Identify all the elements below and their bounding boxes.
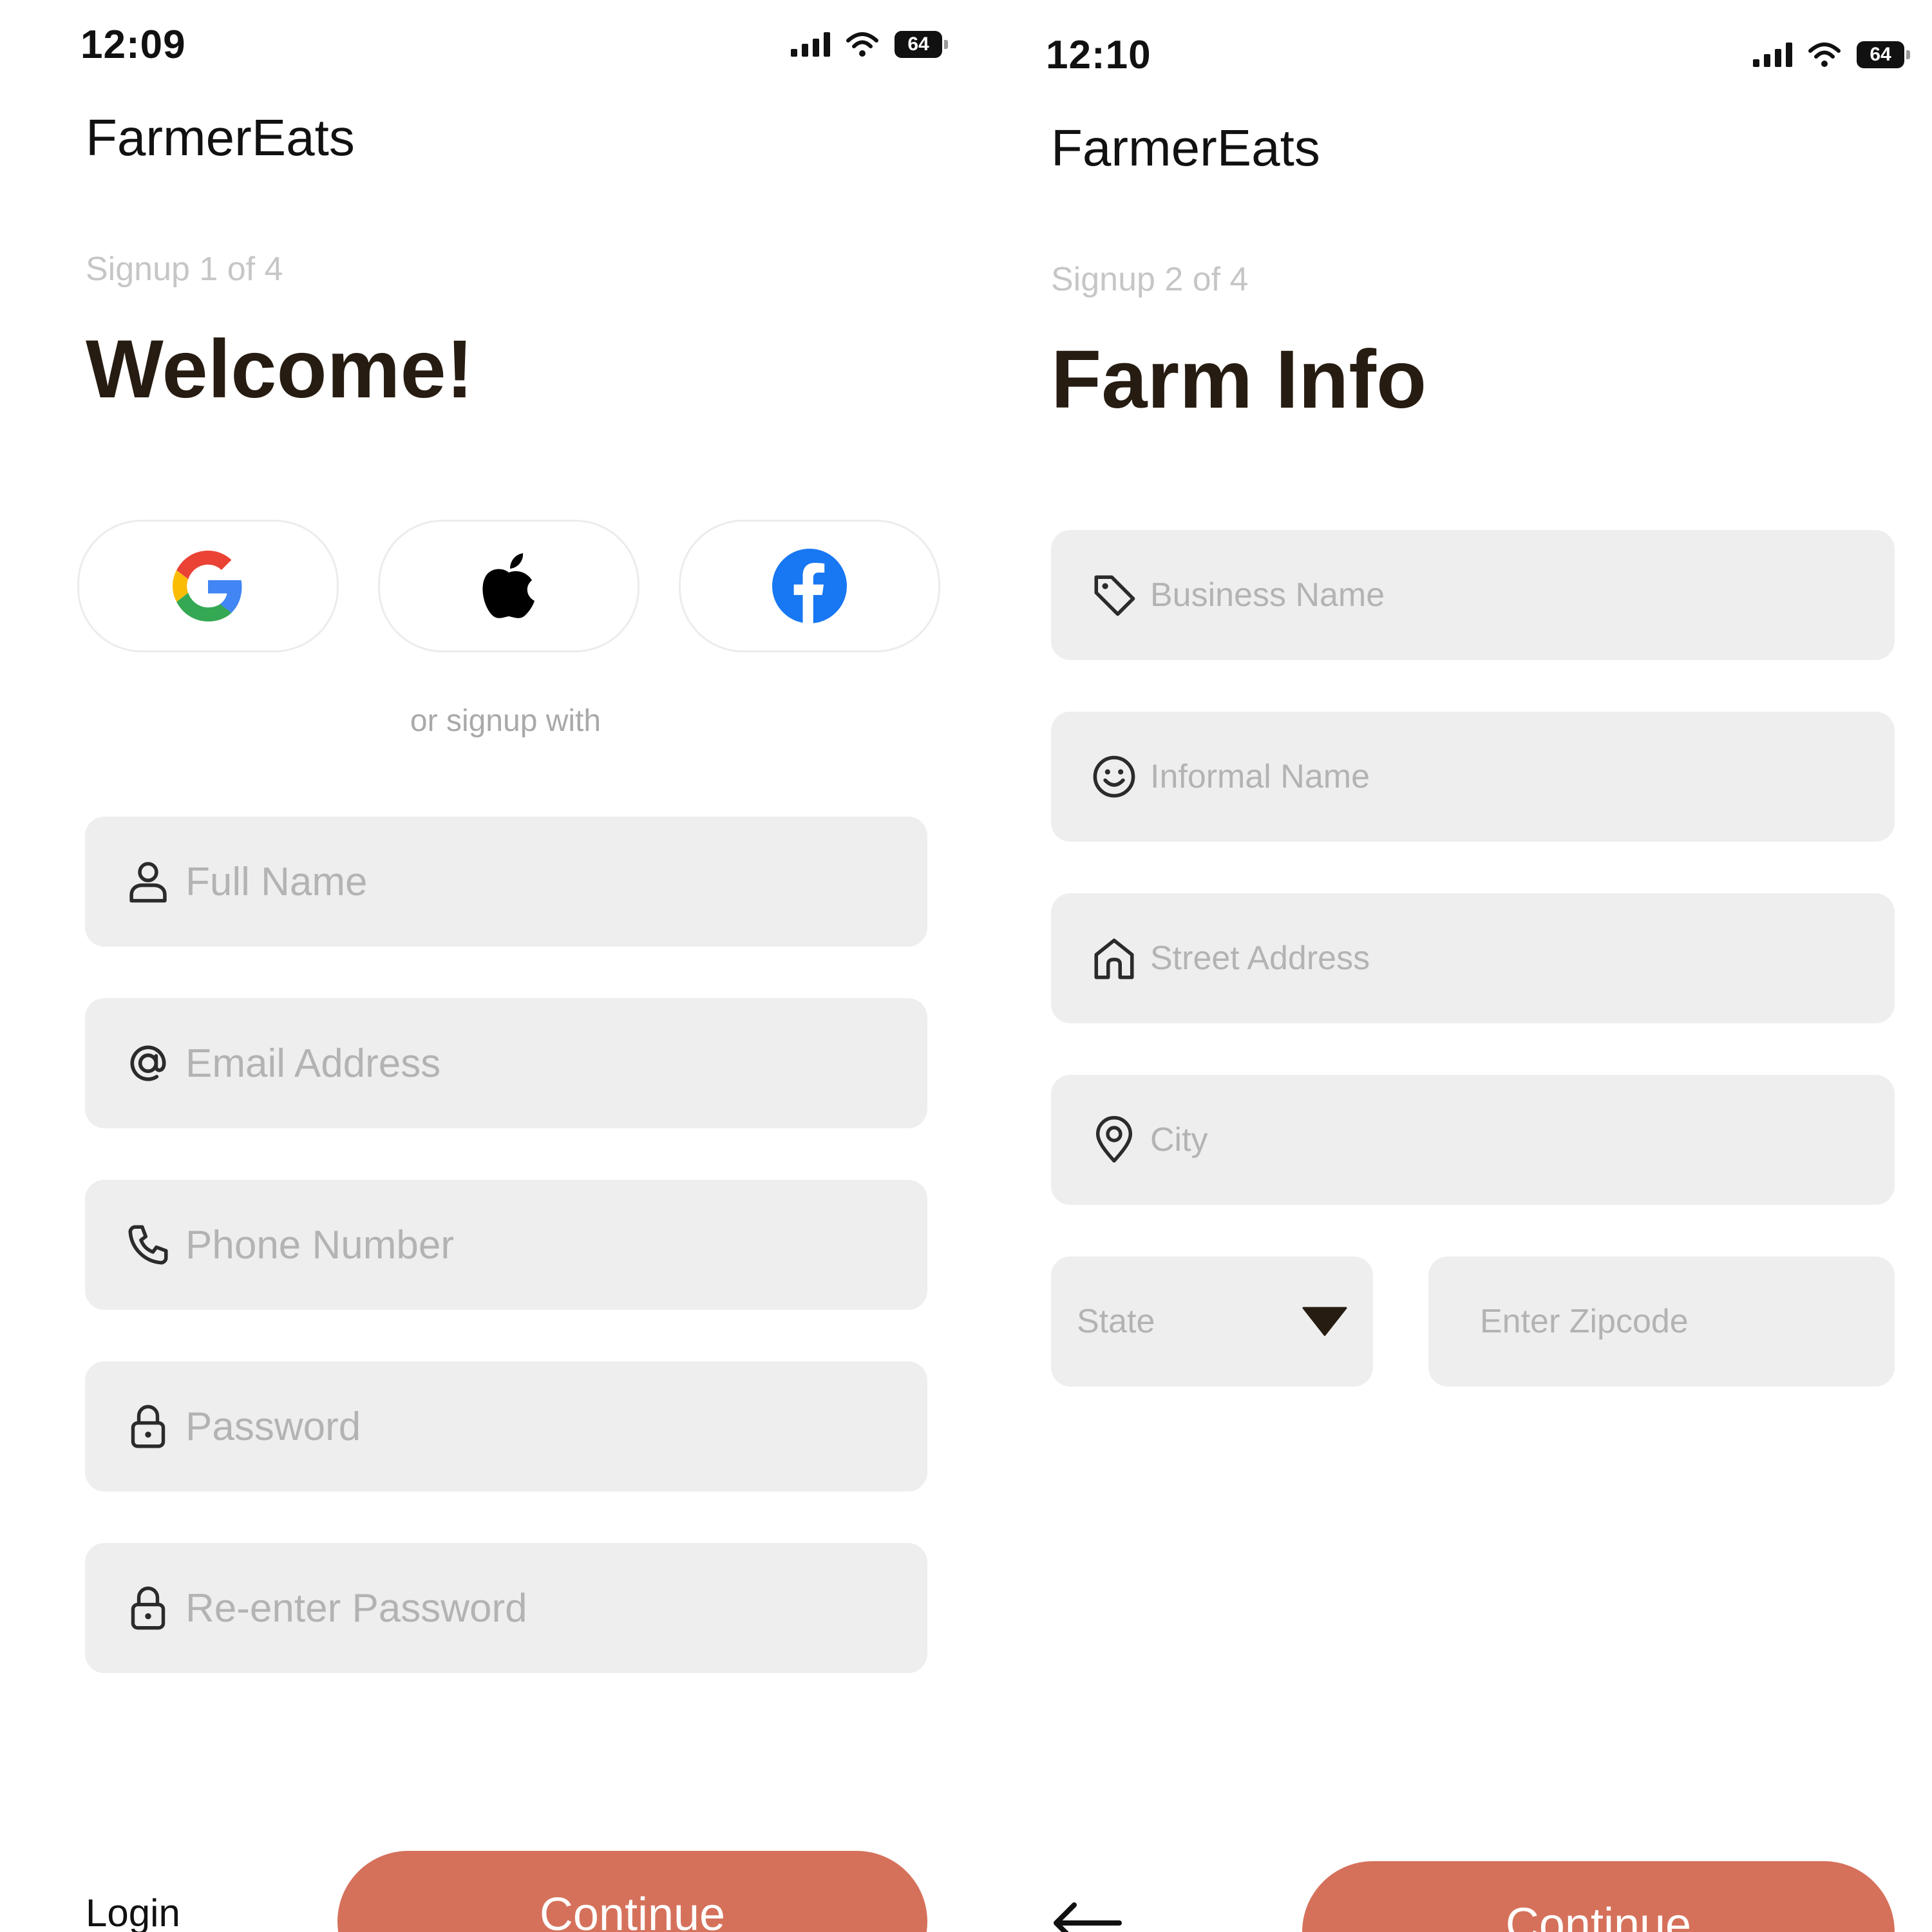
email-address-placeholder: Email Address <box>185 1041 441 1086</box>
full-name-field[interactable]: Full Name <box>85 817 927 947</box>
battery-level: 64 <box>907 33 929 55</box>
status-icons: 64 <box>791 31 948 58</box>
wifi-icon <box>1808 43 1841 67</box>
state-select[interactable]: State <box>1051 1256 1373 1387</box>
app-title: FarmerEats <box>86 109 355 166</box>
informal-name-field[interactable]: Informal Name <box>1051 712 1895 842</box>
apple-signup-button[interactable] <box>378 520 639 652</box>
signup-step-label: Signup 2 of 4 <box>1051 261 1249 298</box>
user-icon <box>122 858 174 905</box>
google-icon <box>173 551 242 621</box>
business-name-placeholder: Business Name <box>1150 576 1385 614</box>
battery-icon: 64 <box>895 31 948 58</box>
email-address-field[interactable]: Email Address <box>85 998 927 1128</box>
city-placeholder: City <box>1150 1121 1208 1159</box>
app-title: FarmerEats <box>1051 119 1320 176</box>
lock-icon <box>122 1584 174 1633</box>
phone-number-field[interactable]: Phone Number <box>85 1180 927 1310</box>
state-placeholder: State <box>1077 1303 1155 1340</box>
status-time: 12:10 <box>1046 33 1151 77</box>
password-field[interactable]: Password <box>85 1361 927 1492</box>
smiley-icon <box>1088 753 1140 800</box>
street-address-placeholder: Street Address <box>1150 940 1370 977</box>
wifi-icon <box>846 32 878 57</box>
at-icon <box>122 1039 174 1088</box>
status-icons: 64 <box>1753 41 1910 68</box>
lock-icon <box>122 1402 174 1451</box>
reenter-password-field[interactable]: Re-enter Password <box>85 1543 927 1673</box>
street-address-field[interactable]: Street Address <box>1051 893 1895 1023</box>
battery-level: 64 <box>1870 44 1891 65</box>
continue-button[interactable]: Continue <box>1302 1861 1895 1932</box>
zipcode-field[interactable]: Enter Zipcode <box>1428 1256 1895 1387</box>
password-placeholder: Password <box>185 1404 361 1449</box>
arrow-left-icon[interactable] <box>1048 1900 1126 1932</box>
signup-step-label: Signup 1 of 4 <box>86 251 283 288</box>
business-name-field[interactable]: Business Name <box>1051 530 1895 660</box>
home-icon <box>1088 934 1140 982</box>
login-link[interactable]: Login <box>86 1891 180 1932</box>
google-signup-button[interactable] <box>77 520 339 652</box>
signup-step-2-screen: 12:10 64 FarmerEats Signup 2 of 4 Farm I… <box>966 0 1932 1932</box>
tag-icon <box>1088 571 1140 619</box>
phone-number-placeholder: Phone Number <box>185 1222 455 1267</box>
city-field[interactable]: City <box>1051 1075 1895 1205</box>
caret-down-icon <box>1302 1307 1347 1336</box>
signup-step-1-screen: 12:09 64 FarmerEats Signup 1 of 4 Welcom… <box>0 0 966 1932</box>
battery-icon: 64 <box>1857 41 1910 68</box>
facebook-icon <box>772 549 847 623</box>
continue-button-label: Continue <box>539 1889 726 1932</box>
informal-name-placeholder: Informal Name <box>1150 758 1370 795</box>
facebook-signup-button[interactable] <box>679 520 940 652</box>
signal-icon <box>791 32 830 57</box>
page-heading: Farm Info <box>1051 334 1427 426</box>
full-name-placeholder: Full Name <box>185 859 368 904</box>
reenter-password-placeholder: Re-enter Password <box>185 1586 527 1631</box>
signal-icon <box>1753 43 1792 67</box>
apple-icon <box>482 553 535 618</box>
status-time: 12:09 <box>80 23 186 67</box>
continue-button-label: Continue <box>1505 1899 1692 1932</box>
social-divider-text: or signup with <box>410 704 601 738</box>
phone-icon <box>122 1221 174 1269</box>
zipcode-placeholder: Enter Zipcode <box>1480 1303 1689 1340</box>
location-pin-icon <box>1088 1115 1140 1164</box>
continue-button[interactable]: Continue <box>337 1851 927 1932</box>
page-heading: Welcome! <box>86 323 474 415</box>
